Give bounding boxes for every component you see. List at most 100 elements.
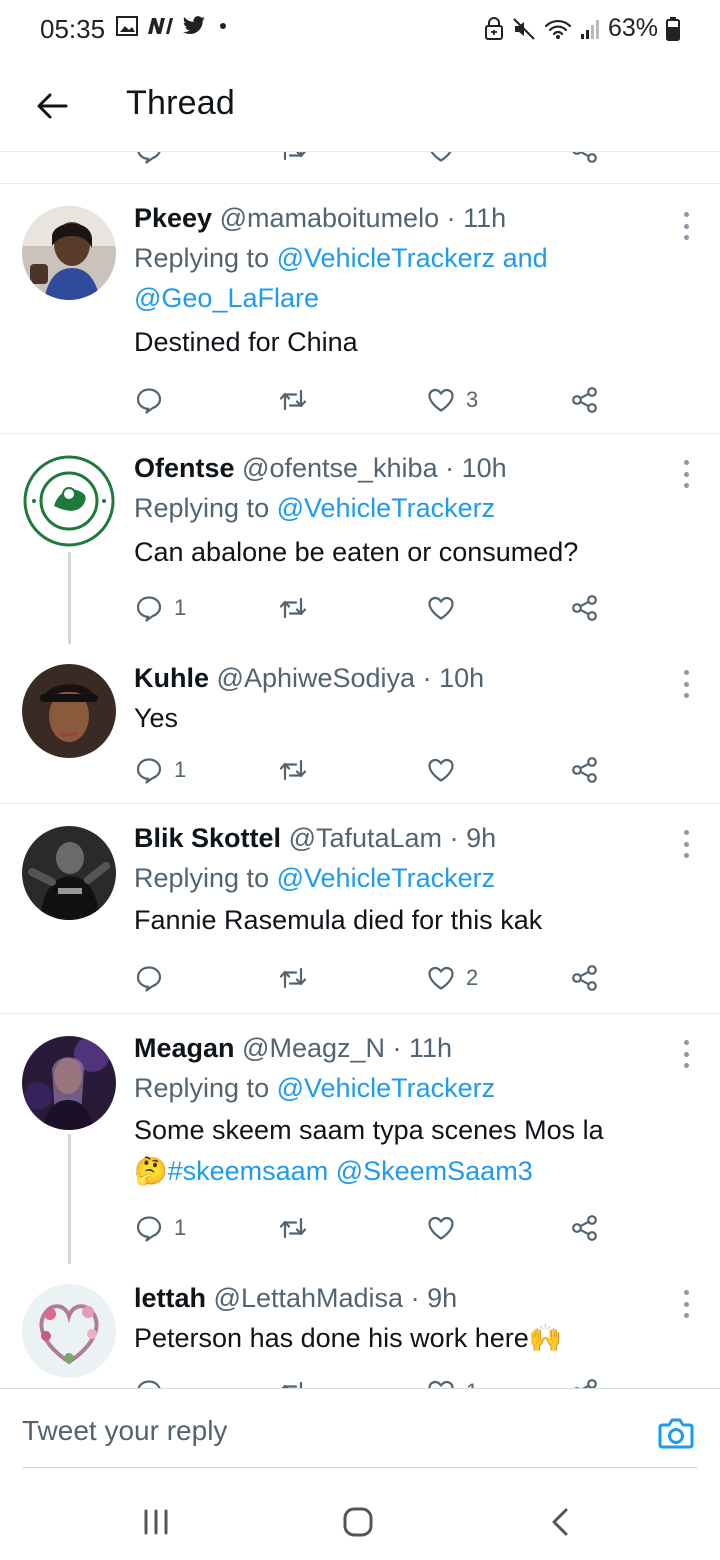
- reply-icon: [134, 152, 164, 165]
- like-button[interactable]: [426, 1208, 466, 1248]
- reply-input[interactable]: Tweet your reply: [22, 1415, 227, 1447]
- recent-apps-icon: [144, 1509, 168, 1535]
- retweet-button[interactable]: [278, 152, 308, 170]
- like-button[interactable]: [426, 588, 466, 628]
- back-button[interactable]: [30, 84, 74, 128]
- retweet-button[interactable]: [278, 380, 308, 420]
- nav-back-button[interactable]: [540, 1502, 580, 1542]
- like-button[interactable]: [426, 750, 466, 790]
- avatar-image: [22, 206, 116, 300]
- home-button[interactable]: [338, 1502, 378, 1542]
- tweet[interactable]: Blik Skottel @TafutaLam · 9h Replying to…: [0, 804, 720, 1014]
- avatar[interactable]: [22, 826, 116, 920]
- camera-button[interactable]: [656, 1413, 696, 1453]
- share-button[interactable]: [570, 588, 600, 628]
- avatar[interactable]: [22, 206, 116, 300]
- display-name[interactable]: Meagan: [134, 1033, 235, 1063]
- display-name[interactable]: lettah: [134, 1283, 206, 1313]
- heart-icon: [426, 385, 456, 415]
- mention-link[interactable]: @SkeemSaam3: [336, 1156, 533, 1186]
- retweet-icon: [278, 1213, 308, 1243]
- tweet-header: Ofentse @ofentse_khiba · 10h: [134, 453, 507, 483]
- reply-count: 1: [174, 757, 187, 782]
- retweet-button[interactable]: [278, 588, 308, 628]
- tweet[interactable]: Kuhle @AphiweSodiya · 10h Yes 1: [0, 644, 720, 804]
- reply-button[interactable]: [134, 152, 164, 170]
- share-icon: [570, 593, 600, 623]
- reply-button[interactable]: 1: [134, 588, 186, 628]
- tweet-header: Meagan @Meagz_N · 11h: [134, 1033, 453, 1063]
- tweet-text: Peterson has done his work here🙌: [134, 1323, 563, 1353]
- hashtag-link[interactable]: #skeemsaam: [168, 1156, 329, 1186]
- tweet[interactable]: Meagan @Meagz_N · 11h Replying to @Vehic…: [0, 1014, 720, 1284]
- replying-to: Replying to @VehicleTrackerz and: [134, 243, 548, 273]
- reply-button[interactable]: 1: [134, 750, 186, 790]
- mention-link[interactable]: @Geo_LaFlare: [134, 283, 319, 313]
- retweet-button[interactable]: [278, 750, 308, 790]
- user-handle[interactable]: @mamaboitumelo: [220, 203, 440, 233]
- signal-icon: [580, 19, 599, 39]
- heart-icon: [426, 1213, 456, 1243]
- retweet-button[interactable]: [278, 1372, 308, 1388]
- mention-link[interactable]: @VehicleTrackerz: [277, 1073, 495, 1103]
- retweet-button[interactable]: [278, 958, 308, 998]
- display-name[interactable]: Kuhle: [134, 663, 209, 693]
- share-button[interactable]: [570, 1372, 600, 1388]
- share-icon: [570, 1377, 600, 1388]
- more-options-button[interactable]: [676, 1036, 696, 1072]
- share-icon: [570, 755, 600, 785]
- tweet-text: Fannie Rasemula died for this kak: [134, 905, 543, 935]
- avatar[interactable]: [22, 454, 116, 548]
- user-handle[interactable]: @LettahMadisa: [214, 1283, 404, 1313]
- like-button[interactable]: 2: [426, 958, 478, 998]
- reply-icon: [134, 385, 164, 415]
- display-name[interactable]: Ofentse: [134, 453, 235, 483]
- recent-apps-button[interactable]: [136, 1502, 176, 1542]
- display-name[interactable]: Pkeey: [134, 203, 212, 233]
- avatar[interactable]: [22, 1036, 116, 1130]
- user-handle[interactable]: @AphiweSodiya: [217, 663, 416, 693]
- battery-percent: 63%: [607, 14, 658, 42]
- more-options-button[interactable]: [676, 666, 696, 702]
- like-button[interactable]: 1: [426, 1372, 478, 1388]
- tweet-time: 10h: [439, 663, 485, 693]
- raising-hands-emoji: 🙌: [528, 1323, 563, 1353]
- user-handle[interactable]: @TafutaLam: [289, 823, 442, 853]
- share-button[interactable]: [570, 1208, 600, 1248]
- reply-button[interactable]: 1: [134, 1208, 186, 1248]
- mention-link[interactable]: @VehicleTrackerz: [277, 863, 495, 893]
- share-button[interactable]: [570, 380, 600, 420]
- share-button[interactable]: [570, 152, 600, 170]
- share-button[interactable]: [570, 958, 600, 998]
- heart-icon: [426, 593, 456, 623]
- tweet[interactable]: lettah @LettahMadisa · 9h Peterson has d…: [0, 1264, 720, 1388]
- heart-icon: [426, 963, 456, 993]
- retweet-button[interactable]: [278, 1208, 308, 1248]
- display-name[interactable]: Blik Skottel: [134, 823, 281, 853]
- user-handle[interactable]: @Meagz_N: [242, 1033, 385, 1063]
- reply-count: 1: [174, 1215, 187, 1240]
- like-button[interactable]: 3: [426, 380, 478, 420]
- retweet-icon: [278, 152, 308, 165]
- retweet-icon: [278, 963, 308, 993]
- reply-button[interactable]: [134, 380, 174, 420]
- reply-button[interactable]: [134, 958, 174, 998]
- reply-button[interactable]: [134, 1372, 174, 1388]
- tweet-time: 9h: [427, 1283, 458, 1313]
- more-options-button[interactable]: [676, 826, 696, 862]
- tweet[interactable]: Ofentse @ofentse_khiba · 10h Replying to…: [0, 434, 720, 660]
- mention-link[interactable]: @VehicleTrackerz: [277, 493, 495, 523]
- more-options-button[interactable]: [676, 1286, 696, 1322]
- avatar[interactable]: [22, 1284, 116, 1378]
- heart-icon: [426, 1377, 456, 1388]
- tweet[interactable]: Pkeey @mamaboitumelo · 11h Replying to @…: [0, 184, 720, 434]
- like-button[interactable]: [426, 152, 456, 170]
- like-count: 2: [466, 965, 479, 990]
- share-button[interactable]: [570, 750, 600, 790]
- avatar[interactable]: [22, 664, 116, 758]
- more-options-button[interactable]: [676, 456, 696, 492]
- mention-link[interactable]: @VehicleTrackerz and: [277, 243, 548, 273]
- app-header: Thread: [0, 62, 720, 152]
- user-handle[interactable]: @ofentse_khiba: [242, 453, 438, 483]
- more-options-button[interactable]: [676, 208, 696, 244]
